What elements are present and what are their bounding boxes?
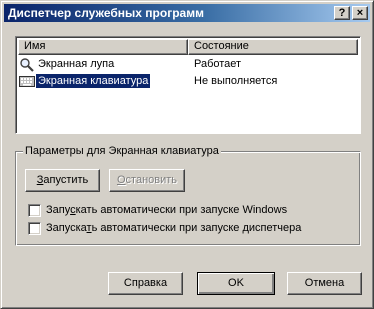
- close-icon: ×: [356, 7, 364, 19]
- stop-accel: О: [116, 174, 126, 186]
- list-header: Имя Состояние: [18, 39, 358, 55]
- stop-button[interactable]: Остановить: [109, 169, 185, 192]
- ok-button[interactable]: OK: [197, 272, 275, 295]
- checkbox-box[interactable]: [28, 204, 41, 217]
- close-caption-button[interactable]: ×: [352, 6, 368, 20]
- row-status: Не выполняется: [194, 75, 278, 87]
- options-group-title: Параметры для Экранная клавиатура: [23, 144, 221, 158]
- auto-start-manager-label: Запускать автоматически при запуске дисп…: [46, 222, 302, 234]
- help-caption-button[interactable]: ?: [334, 6, 350, 20]
- start-button[interactable]: Запустить: [25, 169, 100, 192]
- column-header-name[interactable]: Имя: [18, 39, 188, 55]
- magnifier-icon: [20, 58, 34, 72]
- row-name: Экранная лупа: [38, 58, 115, 70]
- programs-list[interactable]: Имя Состояние Экранная лупа Работает Экр…: [15, 36, 361, 134]
- list-item-keyboard[interactable]: Экранная клавиатура Не выполняется: [18, 73, 358, 90]
- title-bar[interactable]: Диспетчер служебных программ ? ×: [4, 4, 370, 22]
- utility-manager-dialog: Диспетчер служебных программ ? × Имя Сос…: [0, 0, 374, 309]
- start-label: апустить: [43, 174, 89, 186]
- list-item-magnifier[interactable]: Экранная лупа Работает: [18, 56, 358, 73]
- checkbox-box[interactable]: [28, 222, 41, 235]
- auto-start-windows-label: Запускать автоматически при запуске Wind…: [46, 204, 288, 216]
- row-status: Работает: [194, 58, 242, 70]
- window-title: Диспетчер служебных программ: [8, 6, 204, 20]
- row-name: Экранная клавиатура: [36, 74, 151, 88]
- stop-label: становить: [125, 174, 178, 186]
- help-button[interactable]: Справка: [108, 272, 183, 295]
- cancel-button[interactable]: Отмена: [287, 272, 362, 295]
- keyboard-icon: [19, 76, 35, 87]
- column-header-status[interactable]: Состояние: [188, 39, 358, 55]
- question-icon: ?: [338, 7, 346, 19]
